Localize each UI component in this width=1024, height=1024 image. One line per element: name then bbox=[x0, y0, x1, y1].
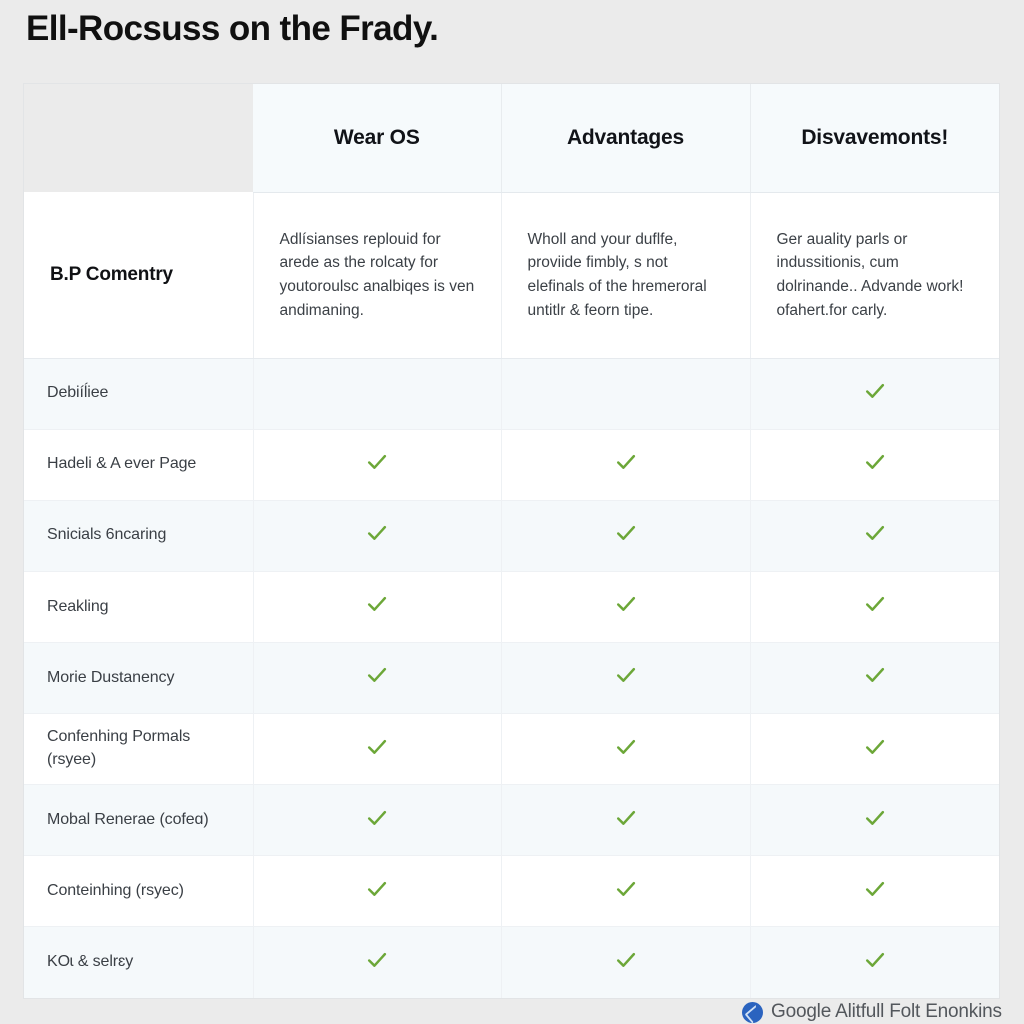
cell-disadvantages[interactable] bbox=[750, 926, 999, 998]
page-title: Ell-Rocsuss on the Frady. bbox=[26, 9, 439, 48]
table-row: Hadeli & A ever Page bbox=[24, 429, 999, 501]
column-header-label bbox=[24, 84, 253, 192]
cell-wearos[interactable] bbox=[253, 855, 502, 928]
cell-disadvantages[interactable] bbox=[750, 642, 999, 715]
cell-disadvantages[interactable] bbox=[750, 571, 999, 643]
row-label: Snicials 6ncaring bbox=[24, 500, 254, 572]
check-icon bbox=[366, 593, 388, 615]
cell-wearos[interactable] bbox=[253, 642, 502, 715]
check-icon bbox=[864, 664, 886, 686]
intro-cell-wearos: Adlísianses replouid for arede as the ro… bbox=[253, 192, 502, 359]
check-icon bbox=[615, 664, 637, 686]
check-icon bbox=[864, 807, 886, 829]
cell-wearos[interactable] bbox=[253, 713, 502, 786]
check-icon bbox=[366, 664, 388, 686]
comparison-table: Wear OS Advantages Disvavemonts! B.P Com… bbox=[24, 84, 999, 998]
cell-wearos[interactable] bbox=[253, 926, 502, 998]
cell-advantages[interactable] bbox=[501, 358, 751, 430]
table-row: Morie Dustanency bbox=[24, 642, 999, 715]
check-icon bbox=[366, 807, 388, 829]
table-row: Reakling bbox=[24, 571, 999, 643]
row-label: Confenhing Pormals (rsyee) bbox=[24, 713, 254, 786]
header-row: Wear OS Advantages Disvavemonts! bbox=[24, 84, 999, 193]
row-label: KOɩ & selrɛy bbox=[24, 926, 254, 998]
row-label: Hadeli & A ever Page bbox=[24, 429, 254, 501]
check-icon bbox=[366, 451, 388, 473]
cell-advantages[interactable] bbox=[501, 784, 751, 857]
intro-text-wearos: Adlísianses replouid for arede as the ro… bbox=[279, 230, 475, 319]
intro-text-disadvantages: Ger auality parls or indussitionis, cum … bbox=[776, 230, 964, 319]
row-label: Debiíĺiee bbox=[24, 358, 254, 430]
cell-advantages[interactable] bbox=[501, 571, 751, 643]
cell-advantages[interactable] bbox=[501, 713, 751, 786]
cell-wearos[interactable] bbox=[253, 784, 502, 857]
check-icon bbox=[864, 593, 886, 615]
check-icon bbox=[366, 736, 388, 758]
cell-advantages[interactable] bbox=[501, 500, 751, 572]
cell-advantages[interactable] bbox=[501, 429, 751, 501]
table-row: KOɩ & selrɛy bbox=[24, 926, 999, 998]
table-body: B.P Comentry Adlísianses replouid for ar… bbox=[24, 192, 999, 998]
check-icon bbox=[615, 522, 637, 544]
comparison-table-container: Wear OS Advantages Disvavemonts! B.P Com… bbox=[24, 84, 999, 998]
intro-cell-disadvantages: Ger auality parls or indussitionis, cum … bbox=[750, 192, 999, 359]
column-header-advantages[interactable]: Advantages bbox=[501, 84, 751, 193]
check-icon bbox=[615, 736, 637, 758]
cell-advantages[interactable] bbox=[501, 926, 751, 998]
table-row: Mobal Renerae (cofeɑ) bbox=[24, 784, 999, 857]
check-icon bbox=[615, 949, 637, 971]
check-icon bbox=[864, 380, 886, 402]
check-icon bbox=[864, 878, 886, 900]
row-label: Conteinhing (rsyec) bbox=[24, 855, 254, 928]
table-row: Debiíĺiee bbox=[24, 358, 999, 430]
intro-cell-advantages: Wholl and your duflfe, proviide fimbly, … bbox=[501, 192, 751, 359]
cell-disadvantages[interactable] bbox=[750, 855, 999, 928]
check-icon bbox=[864, 736, 886, 758]
check-icon bbox=[864, 522, 886, 544]
row-label: Morie Dustanency bbox=[24, 642, 254, 715]
row-label: Reakling bbox=[24, 571, 254, 643]
cell-wearos[interactable] bbox=[253, 571, 502, 643]
cell-disadvantages[interactable] bbox=[750, 429, 999, 501]
check-icon bbox=[615, 807, 637, 829]
row-label: Mobal Renerae (cofeɑ) bbox=[24, 784, 254, 857]
table-row: Snicials 6ncaring bbox=[24, 500, 999, 572]
check-icon bbox=[864, 451, 886, 473]
cell-wearos[interactable] bbox=[253, 429, 502, 501]
cell-advantages[interactable] bbox=[501, 855, 751, 928]
cell-advantages[interactable] bbox=[501, 642, 751, 715]
check-icon bbox=[615, 593, 637, 615]
cell-disadvantages[interactable] bbox=[750, 713, 999, 786]
cell-wearos[interactable] bbox=[253, 500, 502, 572]
table-row: Conteinhing (rsyec) bbox=[24, 855, 999, 928]
intro-row-label-cell: B.P Comentry bbox=[24, 192, 254, 359]
check-icon bbox=[615, 451, 637, 473]
check-icon bbox=[366, 522, 388, 544]
check-icon bbox=[864, 949, 886, 971]
cell-wearos[interactable] bbox=[253, 358, 502, 430]
intro-row-label: B.P Comentry bbox=[50, 263, 173, 285]
table-header: Wear OS Advantages Disvavemonts! bbox=[24, 84, 999, 193]
cell-disadvantages[interactable] bbox=[750, 784, 999, 857]
cell-disadvantages[interactable] bbox=[750, 358, 999, 430]
table-row-intro: B.P Comentry Adlísianses replouid for ar… bbox=[24, 192, 999, 359]
watermark: Google Alitfull Folt Enonkins bbox=[742, 1001, 1002, 1023]
cell-disadvantages[interactable] bbox=[750, 500, 999, 572]
check-icon bbox=[366, 949, 388, 971]
check-icon bbox=[615, 878, 637, 900]
watermark-text: Google Alitfull Folt Enonkins bbox=[771, 1001, 1002, 1022]
google-badge-icon bbox=[742, 1001, 763, 1023]
intro-text-advantages: Wholl and your duflfe, proviide fimbly, … bbox=[527, 230, 707, 319]
table-row: Confenhing Pormals (rsyee) bbox=[24, 713, 999, 786]
check-icon bbox=[366, 878, 388, 900]
column-header-wearos[interactable]: Wear OS bbox=[253, 84, 502, 193]
column-header-disadvantages[interactable]: Disvavemonts! bbox=[750, 84, 999, 193]
